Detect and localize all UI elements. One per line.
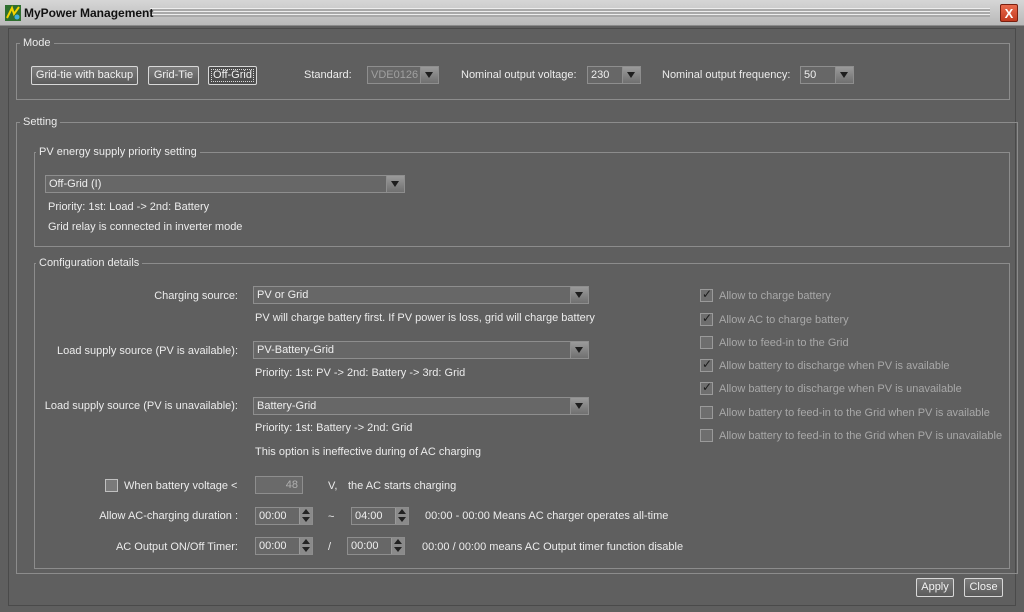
ac-duration-separator: ~ xyxy=(328,511,335,523)
load-pv-unavailable-value: Battery-Grid xyxy=(257,400,317,412)
ac-timer-on-spinner[interactable]: 00:00 xyxy=(255,537,313,555)
allow-charge-battery-checkbox[interactable] xyxy=(700,287,713,302)
allow-battery-feed-in-pv-unavailable-label: Allow battery to feed-in to the Grid whe… xyxy=(719,430,1003,442)
battery-voltage-label: When battery voltage < xyxy=(124,480,238,492)
allow-feed-in-grid-label: Allow to feed-in to the Grid xyxy=(719,337,849,349)
nominal-voltage-value: 230 xyxy=(591,69,610,81)
ac-duration-end-value: 04:00 xyxy=(355,510,383,522)
charging-source-label: Charging source: xyxy=(154,290,238,302)
load-pv-unavailable-label: Load supply source (PV is unavailable): xyxy=(44,400,238,412)
allow-battery-feed-in-pv-unavailable-checkbox[interactable] xyxy=(700,429,713,442)
load-pv-available-select[interactable]: PV-Battery-Grid xyxy=(253,341,589,359)
close-icon: X xyxy=(1004,6,1014,21)
nominal-frequency-label: Nominal output frequency: xyxy=(662,69,791,81)
charging-source-value: PV or Grid xyxy=(257,289,309,301)
ac-duration-start-value: 00:00 xyxy=(259,510,287,522)
close-button[interactable]: Close xyxy=(964,578,1003,597)
allow-charge-battery-label: Allow to charge battery xyxy=(719,290,831,302)
battery-voltage-suffix: the AC starts charging xyxy=(348,480,457,492)
config-legend: Configuration details xyxy=(36,257,143,269)
pv-priority-text: Priority: 1st: Load -> 2nd: Battery xyxy=(48,201,210,213)
allow-discharge-pv-available-label: Allow battery to discharge when PV is av… xyxy=(719,360,950,372)
allow-battery-feed-in-pv-available-label: Allow battery to feed-in to the Grid whe… xyxy=(719,407,990,419)
window-title: MyPower Management xyxy=(24,6,154,20)
allow-discharge-pv-unavailable-checkbox[interactable] xyxy=(700,380,713,395)
load-pv-available-value: PV-Battery-Grid xyxy=(257,344,335,356)
nominal-voltage-select[interactable]: 230 xyxy=(587,66,641,84)
mode-button-grid-tie-with-backup[interactable]: Grid-tie with backup xyxy=(31,66,138,85)
chevron-down-icon[interactable] xyxy=(570,398,588,414)
standard-select[interactable]: VDE0126 xyxy=(367,66,439,84)
nominal-frequency-select[interactable]: 50 xyxy=(800,66,854,84)
chevron-down-icon[interactable] xyxy=(386,176,404,192)
allow-discharge-pv-available-checkbox[interactable] xyxy=(700,357,713,372)
chevron-down-icon[interactable] xyxy=(622,67,640,83)
chevron-down-icon[interactable] xyxy=(570,342,588,358)
allow-ac-charge-battery-checkbox[interactable] xyxy=(700,311,713,326)
nominal-frequency-value: 50 xyxy=(804,69,817,81)
charging-source-select[interactable]: PV or Grid xyxy=(253,286,589,304)
ac-timer-label: AC Output ON/Off Timer: xyxy=(115,541,238,553)
load-pv-available-note: Priority: 1st: PV -> 2nd: Battery -> 3rd… xyxy=(255,367,466,379)
ac-charging-ineffective-note: This option is ineffective during of AC … xyxy=(255,446,482,458)
allow-ac-charge-battery-label: Allow AC to charge battery xyxy=(719,314,849,326)
spinner-arrows-icon[interactable] xyxy=(299,508,312,524)
chevron-down-icon[interactable] xyxy=(420,67,438,83)
setting-legend: Setting xyxy=(20,116,61,128)
allow-feed-in-grid-checkbox[interactable] xyxy=(700,336,713,349)
chevron-down-icon[interactable] xyxy=(570,287,588,303)
allow-battery-feed-in-pv-available-checkbox[interactable] xyxy=(700,406,713,419)
standard-label: Standard: xyxy=(304,69,352,81)
ac-duration-start-spinner[interactable]: 00:00 xyxy=(255,507,313,525)
grid-relay-text: Grid relay is connected in inverter mode xyxy=(48,221,243,233)
spinner-arrows-icon[interactable] xyxy=(395,508,408,524)
apply-button[interactable]: Apply xyxy=(916,578,954,597)
ac-timer-note: 00:00 / 00:00 means AC Output timer func… xyxy=(422,541,684,553)
pv-priority-value: Off-Grid (I) xyxy=(49,178,102,190)
load-pv-available-label: Load supply source (PV is available): xyxy=(57,345,238,357)
window-close-button[interactable]: X xyxy=(1000,4,1018,22)
mode-button-off-grid[interactable]: Off-Grid xyxy=(208,66,257,85)
battery-voltage-input[interactable]: 48 xyxy=(255,476,303,494)
nominal-voltage-label: Nominal output voltage: xyxy=(461,69,577,81)
charging-source-note: PV will charge battery first. If PV powe… xyxy=(255,312,595,324)
spinner-arrows-icon[interactable] xyxy=(391,538,404,554)
battery-voltage-unit: V, xyxy=(328,480,338,492)
ac-duration-label: Allow AC-charging duration : xyxy=(99,510,238,522)
ac-duration-end-spinner[interactable]: 04:00 xyxy=(351,507,409,525)
app-logo-icon xyxy=(5,5,21,21)
battery-voltage-checkbox[interactable] xyxy=(105,479,118,492)
pv-priority-legend: PV energy supply priority setting xyxy=(36,146,200,158)
ac-duration-note: 00:00 - 00:00 Means AC charger operates … xyxy=(425,510,669,522)
standard-value: VDE0126 xyxy=(371,69,419,81)
mode-button-grid-tie[interactable]: Grid-Tie xyxy=(148,66,199,85)
spinner-arrows-icon[interactable] xyxy=(299,538,312,554)
title-bar-grip xyxy=(150,8,990,17)
ac-timer-separator: / xyxy=(328,541,332,553)
allow-discharge-pv-unavailable-label: Allow battery to discharge when PV is un… xyxy=(719,383,962,395)
pv-priority-select[interactable]: Off-Grid (I) xyxy=(45,175,405,193)
mode-legend: Mode xyxy=(20,37,54,49)
ac-timer-off-spinner[interactable]: 00:00 xyxy=(347,537,405,555)
ac-timer-on-value: 00:00 xyxy=(259,540,287,552)
battery-voltage-value: 48 xyxy=(285,479,298,491)
load-pv-unavailable-note: Priority: 1st: Battery -> 2nd: Grid xyxy=(255,422,413,434)
load-pv-unavailable-select[interactable]: Battery-Grid xyxy=(253,397,589,415)
chevron-down-icon[interactable] xyxy=(835,67,853,83)
ac-timer-off-value: 00:00 xyxy=(351,540,379,552)
